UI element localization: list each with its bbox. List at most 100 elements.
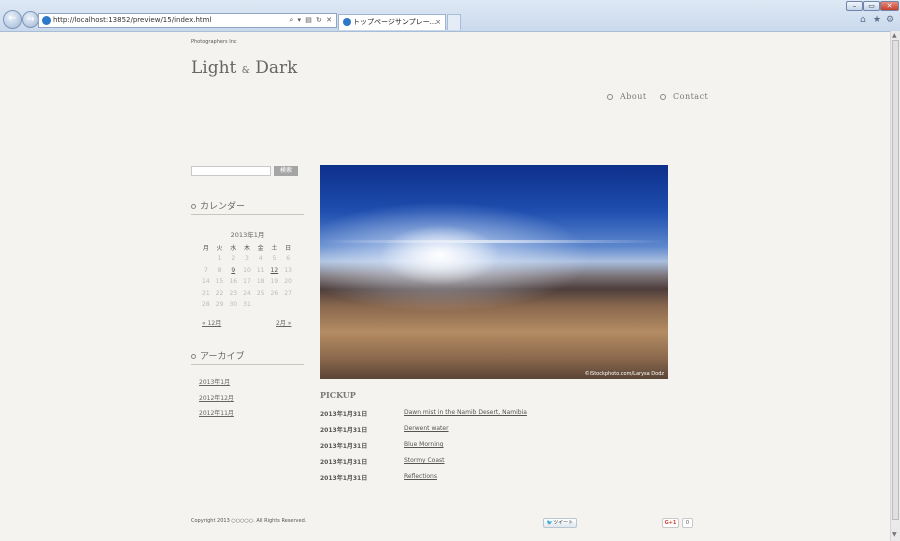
calendar-day: 3 <box>245 255 249 263</box>
calendar-table: 月火水木金土日 1 2 3 4 5 6 7 8 9 10 11 12 13 14 15 16 17 18 19 20 2… <box>199 241 295 311</box>
archive-heading-label: アーカイブ <box>200 352 245 362</box>
forward-button[interactable]: → <box>22 11 39 28</box>
calendar-day: 15 <box>215 278 224 286</box>
calendar-week-row: 14 15 16 17 18 19 20 <box>199 276 295 288</box>
calendar-day[interactable]: 12 <box>268 265 282 277</box>
calendar-day: 26 <box>270 289 279 297</box>
tweet-button[interactable]: 🐦ツイート <box>543 518 577 528</box>
calendar-day: 27 <box>284 289 292 297</box>
calendar-day: 21 <box>202 289 210 297</box>
browser-tab[interactable]: トップページサンプレー... × <box>338 14 446 30</box>
calendar-day: 4 <box>258 255 263 263</box>
calendar-day <box>199 253 213 265</box>
calendar-day: 20 <box>284 278 292 286</box>
circle-bullet-icon <box>191 354 196 359</box>
calendar-body: 1 2 3 4 5 6 7 8 9 10 11 12 13 14 15 16 17 18 19 20 21 22 23 24 2… <box>199 253 295 311</box>
pickup-date: 2013年1月31日 <box>320 475 368 482</box>
google-plus-button[interactable]: G+1 <box>662 518 679 528</box>
pickup-date: 2013年1月31日 <box>320 459 368 466</box>
archive-link[interactable]: 2012年11月 <box>199 408 234 417</box>
light-streak <box>320 240 668 243</box>
calendar-day: 17 <box>243 278 251 286</box>
calendar-weekday: 水 <box>230 244 237 252</box>
window-close-button[interactable]: ✕ <box>880 1 899 11</box>
calendar-day: 2 <box>231 255 236 263</box>
google-plus-count: 0 <box>682 518 693 528</box>
calendar-week-row: 28 29 30 31 <box>199 299 295 311</box>
calendar-heading: カレンダー <box>191 199 304 215</box>
calendar-weekday: 日 <box>285 244 292 252</box>
back-button[interactable]: ← <box>3 10 22 29</box>
calendar-week-row: 7 8 9 10 11 12 13 <box>199 265 295 277</box>
back-arrow-icon: ← <box>8 13 17 24</box>
window-maximize-button[interactable]: ▭ <box>863 1 880 11</box>
calendar-heading-label: カレンダー <box>200 202 246 212</box>
company-name: Photographers Inc <box>191 39 237 45</box>
calendar-caption: 2013年1月 <box>230 231 265 239</box>
pickup-link[interactable]: Derwent water <box>404 425 449 432</box>
nav-about[interactable]: About <box>607 92 647 101</box>
tools-icon[interactable]: ⚙ <box>886 15 894 25</box>
pickup-date: 2013年1月31日 <box>320 443 368 450</box>
calendar-day: 19 <box>270 278 279 286</box>
calendar-day: 13 <box>284 266 292 274</box>
nav-contact-label: Contact <box>673 92 709 101</box>
search-button[interactable]: 検索 <box>274 166 298 176</box>
calendar-day: 16 <box>229 278 238 286</box>
logo-amp: & <box>241 66 250 76</box>
calendar-day: 7 <box>203 266 208 274</box>
calendar-day[interactable]: 9 <box>226 265 240 277</box>
pickup-date: 2013年1月31日 <box>320 411 368 418</box>
tab-close-icon[interactable]: × <box>435 15 441 29</box>
calendar-day: 22 <box>215 289 224 297</box>
scroll-thumb[interactable] <box>892 40 899 520</box>
calendar-day: 11 <box>256 266 265 274</box>
calendar-day: 29 <box>215 301 224 309</box>
calendar-weekday: 木 <box>243 244 250 252</box>
calendar-day: 8 <box>217 266 222 274</box>
calendar-day: 25 <box>256 289 265 297</box>
address-bar[interactable]: http://localhost:13852/preview/15/index.… <box>38 13 337 28</box>
calendar-day: 14 <box>202 278 210 286</box>
window-minimize-button[interactable]: – <box>846 1 863 11</box>
calendar-day: 24 <box>243 289 251 297</box>
hero-image: ©iStockphoto.com/Larysa Dodz <box>320 165 668 379</box>
calendar-day: 18 <box>256 278 265 286</box>
circle-bullet-icon <box>660 94 666 100</box>
scroll-up-arrow-icon[interactable]: ▲ <box>892 32 897 39</box>
scroll-down-arrow-icon[interactable]: ▼ <box>892 531 897 538</box>
logo-left: Light <box>191 58 237 78</box>
calendar-day: 31 <box>243 301 251 309</box>
favorites-icon[interactable]: ★ <box>873 15 881 25</box>
vertical-scrollbar[interactable]: ▲ ▼ <box>890 31 900 541</box>
pickup-link[interactable]: Stormy Coast <box>404 457 445 464</box>
calendar-week-row: 1 2 3 4 5 6 <box>199 253 295 265</box>
calendar-day <box>281 299 295 311</box>
pickup-link[interactable]: Blue Morning <box>404 441 443 448</box>
calendar-day: 10 <box>243 266 251 274</box>
site-logo[interactable]: Light & Dark <box>191 58 297 78</box>
archive-link[interactable]: 2013年1月 <box>199 377 230 386</box>
calendar-weekday: 月 <box>202 244 209 252</box>
ie-page-icon <box>42 16 51 25</box>
pickup-link[interactable]: Reflections <box>404 473 437 480</box>
circle-bullet-icon <box>607 94 613 100</box>
home-icon[interactable]: ⌂ <box>860 15 866 25</box>
logo-right: Dark <box>255 58 298 78</box>
calendar-weekday-row: 月火水木金土日 <box>199 241 295 253</box>
calendar-next-link[interactable]: 2月 » <box>276 318 291 327</box>
new-tab-button[interactable] <box>447 14 461 30</box>
nav-contact[interactable]: Contact <box>660 92 708 101</box>
address-controls[interactable]: ⌕ ▾ ▤ ↻ ✕ <box>289 14 333 27</box>
nav-about-label: About <box>620 92 647 101</box>
address-url[interactable]: http://localhost:13852/preview/15/index.… <box>53 14 211 27</box>
pickup-link[interactable]: Dawn mist in the Namib Desert, Namibia <box>404 409 527 416</box>
archive-link[interactable]: 2012年12月 <box>199 393 234 402</box>
search-input[interactable] <box>191 166 271 176</box>
calendar-prev-link[interactable]: « 12月 <box>202 318 221 327</box>
calendar-day: 28 <box>202 301 210 309</box>
copyright: Copyright 2013 ○○○○○. All Rights Reserve… <box>191 518 307 524</box>
tab-page-icon <box>343 18 351 26</box>
calendar-day <box>268 299 282 311</box>
hero-credit: ©iStockphoto.com/Larysa Dodz <box>584 371 664 377</box>
